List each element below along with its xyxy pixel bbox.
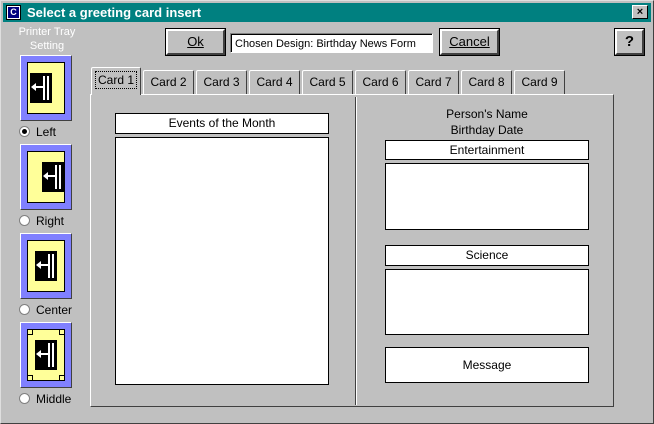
help-button-label: ? <box>624 33 635 50</box>
radio-indicator[interactable] <box>19 126 30 137</box>
tray-center-image[interactable] <box>20 233 72 299</box>
tray-radio-middle[interactable]: Middle <box>19 392 71 406</box>
person-name-text: Person's Name <box>446 107 528 121</box>
app-icon[interactable]: C <box>6 5 21 20</box>
tray-radio-label: Center <box>36 303 73 317</box>
paper-icon <box>27 329 65 381</box>
dialog-window: C Select a greeting card insert × Ok Cho… <box>0 0 654 424</box>
insert-middle-icon <box>35 340 57 370</box>
tray-title-line2: Setting <box>29 40 65 52</box>
tab-card-7[interactable]: Card 7 <box>408 70 459 94</box>
paper-icon <box>27 62 65 114</box>
tab-card-3[interactable]: Card 3 <box>196 70 247 94</box>
cancel-button[interactable]: Cancel <box>439 28 500 56</box>
tab-card-2[interactable]: Card 2 <box>143 70 194 94</box>
tab-label: Card 1 <box>94 71 138 89</box>
chosen-design-field[interactable]: Chosen Design: Birthday News Form <box>230 33 433 53</box>
entertainment-area[interactable] <box>385 163 589 230</box>
help-button[interactable]: ? <box>614 28 645 56</box>
tab-card-9[interactable]: Card 9 <box>514 70 565 94</box>
tray-left-image[interactable] <box>20 55 72 121</box>
ok-button[interactable]: Ok <box>165 28 226 56</box>
tray-middle-image[interactable] <box>20 322 72 388</box>
radio-indicator[interactable] <box>19 215 30 226</box>
insert-center-icon <box>35 251 57 281</box>
ok-button-label: Ok <box>187 34 204 49</box>
card-layout-panel: Events of the Month Person's Name Birthd… <box>90 94 614 407</box>
window-title: Select a greeting card insert <box>27 5 202 20</box>
birthday-date-text: Birthday Date <box>450 123 524 137</box>
message-box[interactable]: Message <box>385 347 589 383</box>
tray-radio-center[interactable]: Center <box>19 303 72 317</box>
radio-indicator[interactable] <box>19 393 30 404</box>
tray-radio-label: Right <box>36 214 65 228</box>
radio-indicator[interactable] <box>19 304 30 315</box>
tab-card-6[interactable]: Card 6 <box>355 70 406 94</box>
events-area[interactable] <box>115 137 329 385</box>
tab-card-4[interactable]: Card 4 <box>249 70 300 94</box>
entertainment-header[interactable]: Entertainment <box>385 140 589 160</box>
events-header[interactable]: Events of the Month <box>115 113 329 134</box>
tray-radio-label: Middle <box>36 392 72 406</box>
paper-icon <box>27 151 65 203</box>
insert-left-icon <box>30 73 52 103</box>
cancel-button-label: Cancel <box>449 34 490 49</box>
tray-radio-right[interactable]: Right <box>19 214 64 228</box>
paper-icon <box>27 240 65 292</box>
tray-right-image[interactable] <box>20 144 72 210</box>
panel-divider <box>355 97 357 405</box>
science-header[interactable]: Science <box>385 245 589 266</box>
tray-title-line1: Printer Tray <box>18 26 76 38</box>
insert-right-icon <box>42 162 64 192</box>
app-icon-letter: C <box>8 7 19 18</box>
tray-setting-title: Printer Tray Setting <box>7 25 87 53</box>
tray-radio-label: Left <box>36 125 57 139</box>
tray-radio-left[interactable]: Left <box>19 125 56 139</box>
title-bar[interactable]: C Select a greeting card insert × <box>3 3 651 22</box>
tab-card-8[interactable]: Card 8 <box>461 70 512 94</box>
tab-card-1[interactable]: Card 1 <box>91 67 141 95</box>
science-area[interactable] <box>385 269 589 335</box>
tab-card-5[interactable]: Card 5 <box>302 70 353 94</box>
close-button[interactable]: × <box>632 5 648 19</box>
